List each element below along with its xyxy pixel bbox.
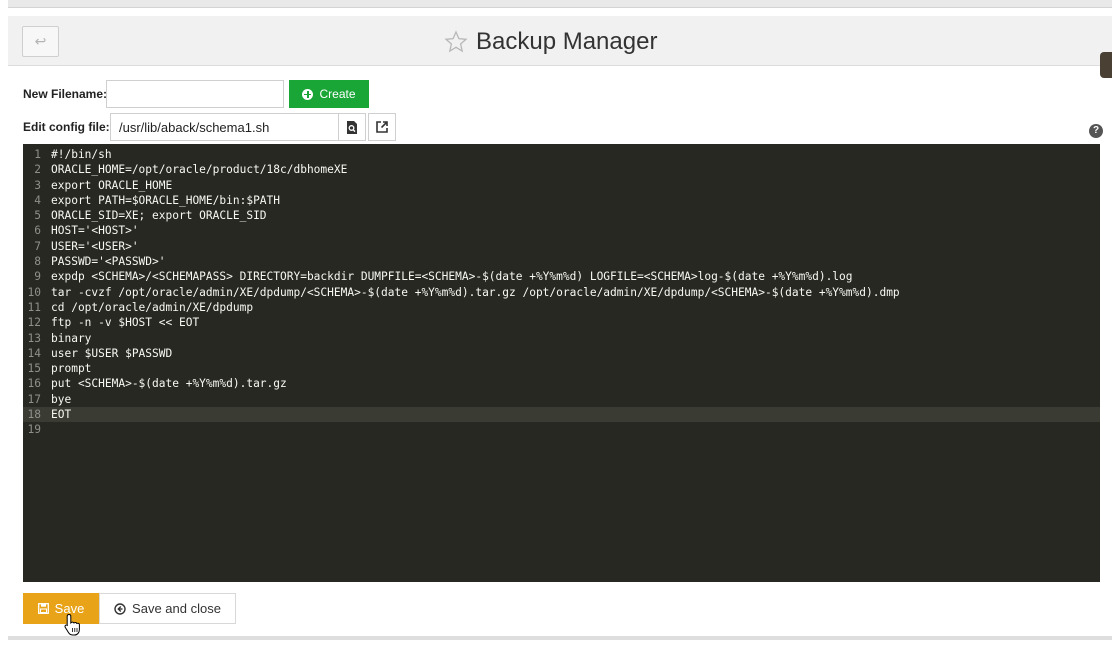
code-line[interactable]: 3 export ORACLE_HOME	[23, 178, 1100, 193]
code-line[interactable]: 1 #!/bin/sh	[23, 147, 1100, 162]
line-number: 17	[27, 392, 41, 406]
line-number: 4	[34, 193, 41, 207]
floppy-disk-icon	[37, 603, 49, 614]
line-number: 15	[27, 362, 41, 376]
code-text: ORACLE_SID=XE; export ORACLE_SID	[51, 209, 267, 223]
code-line[interactable]: 12 ftp -n -v $HOST << EOT	[23, 315, 1100, 330]
footer-bar: Save Save and close	[8, 585, 1112, 640]
config-file-value: /usr/lib/aback/schema1.sh	[119, 119, 270, 135]
code-text: USER='<USER>'	[51, 239, 139, 253]
code-line[interactable]: 8 PASSWD='<PASSWD>'	[23, 254, 1100, 269]
create-button-label: Create	[319, 87, 356, 101]
star-icon[interactable]	[444, 30, 468, 54]
edit-config-label: Edit config file:	[23, 120, 110, 134]
view-file-button[interactable]	[338, 113, 366, 141]
circle-arrow-left-icon	[114, 602, 126, 615]
code-line[interactable]: 7 USER='<USER>'	[23, 239, 1100, 254]
side-panel-tab[interactable]	[1100, 52, 1112, 78]
new-file-row: New Filename: Create	[23, 80, 369, 108]
open-external-button[interactable]	[368, 113, 396, 141]
line-number: 7	[34, 239, 41, 253]
code-line[interactable]: 6 HOST='<HOST>'	[23, 223, 1100, 238]
code-text: binary	[51, 331, 92, 345]
create-button[interactable]: Create	[289, 80, 369, 108]
save-and-close-label: Save and close	[132, 601, 221, 616]
code-text: EOT	[51, 408, 72, 422]
code-text: export ORACLE_HOME	[51, 178, 173, 192]
line-number: 14	[27, 346, 41, 360]
line-number: 1	[34, 148, 41, 161]
external-link-icon	[376, 121, 388, 133]
back-arrow-icon: ↩	[34, 33, 47, 49]
line-number: 12	[27, 316, 41, 330]
code-editor[interactable]: 1 #!/bin/sh 2 ORACLE_HOME=/opt/oracle/produ…	[23, 144, 1100, 582]
code-text: expdp <SCHEMA>/<SCHEMAPASS> DIRECTORY=ba…	[51, 270, 853, 284]
code-text: #!/bin/sh	[51, 148, 112, 161]
code-text: export PATH=$ORACLE_HOME/bin:$PATH	[51, 193, 281, 207]
code-text: ORACLE_HOME=/opt/oracle/product/18c/dbho…	[51, 163, 348, 177]
code-line[interactable]: 2 ORACLE_HOME=/opt/oracle/product/18c/dbh…	[23, 162, 1100, 177]
config-file-row: Edit config file: /usr/lib/aback/schema1…	[23, 113, 423, 141]
line-number: 5	[34, 209, 41, 223]
code-text: cd /opt/oracle/admin/XE/dpdump	[51, 300, 254, 314]
line-number: 10	[27, 285, 41, 299]
page-title: Backup Manager	[476, 28, 658, 55]
line-number: 2	[34, 163, 41, 177]
code-line[interactable]: 9 expdp <SCHEMA>/<SCHEMAPASS> DIRECTORY=b…	[23, 269, 1100, 284]
code-text: prompt	[51, 362, 92, 376]
line-number: 9	[34, 270, 41, 284]
code-line[interactable]: 16 put <SCHEMA>-$(date +%Y%m%d).tar.gz	[23, 376, 1100, 391]
save-and-close-button[interactable]: Save and close	[99, 593, 236, 624]
new-filename-input[interactable]	[106, 80, 284, 108]
top-strip	[8, 0, 1112, 8]
code-line[interactable]: 19	[23, 422, 1100, 437]
line-number: 16	[27, 377, 41, 391]
code-line[interactable]: 5 ORACLE_SID=XE; export ORACLE_SID	[23, 208, 1100, 223]
code-line[interactable]: 10 tar -cvzf /opt/oracle/admin/XE/dpdump/…	[23, 285, 1100, 300]
line-number: 13	[27, 331, 41, 345]
code-text: ftp -n -v $HOST << EOT	[51, 316, 200, 330]
line-number: 19	[27, 423, 41, 437]
save-button[interactable]: Save	[23, 593, 99, 624]
help-icon[interactable]: ?	[1089, 124, 1103, 138]
code-line[interactable]: 15 prompt	[23, 361, 1100, 376]
code-line[interactable]: 11 cd /opt/oracle/admin/XE/dpdump	[23, 300, 1100, 315]
line-number: 6	[34, 224, 41, 238]
code-line[interactable]: 17 bye	[23, 392, 1100, 407]
file-search-icon	[347, 120, 357, 134]
code-text: bye	[51, 392, 72, 406]
config-file-select[interactable]: /usr/lib/aback/schema1.sh ▼	[110, 113, 355, 141]
hand-pointer-icon	[64, 613, 80, 636]
line-number: 3	[34, 178, 41, 192]
code-line[interactable]: 14 user $USER $PASSWD	[23, 346, 1100, 361]
code-text: PASSWD='<PASSWD>'	[51, 255, 166, 269]
line-number: 11	[27, 300, 41, 314]
title-group: Backup Manager	[444, 26, 657, 58]
back-button[interactable]: ↩	[22, 26, 59, 57]
panel-header: ↩ Backup Manager	[8, 16, 1112, 66]
line-number: 18	[27, 408, 41, 422]
line-number: 8	[34, 255, 41, 269]
new-filename-label: New Filename:	[23, 87, 108, 101]
code-line[interactable]: 4 export PATH=$ORACLE_HOME/bin:$PATH	[23, 193, 1100, 208]
plus-circle-icon	[302, 88, 314, 100]
code-text: user $USER $PASSWD	[51, 346, 173, 360]
code-line[interactable]: 13 binary	[23, 331, 1100, 346]
code-text: put <SCHEMA>-$(date +%Y%m%d).tar.gz	[51, 377, 287, 391]
code-text: HOST='<HOST>'	[51, 224, 139, 238]
code-line[interactable]: 18 EOT	[23, 407, 1100, 423]
code-text: tar -cvzf /opt/oracle/admin/XE/dpdump/<S…	[51, 285, 900, 299]
